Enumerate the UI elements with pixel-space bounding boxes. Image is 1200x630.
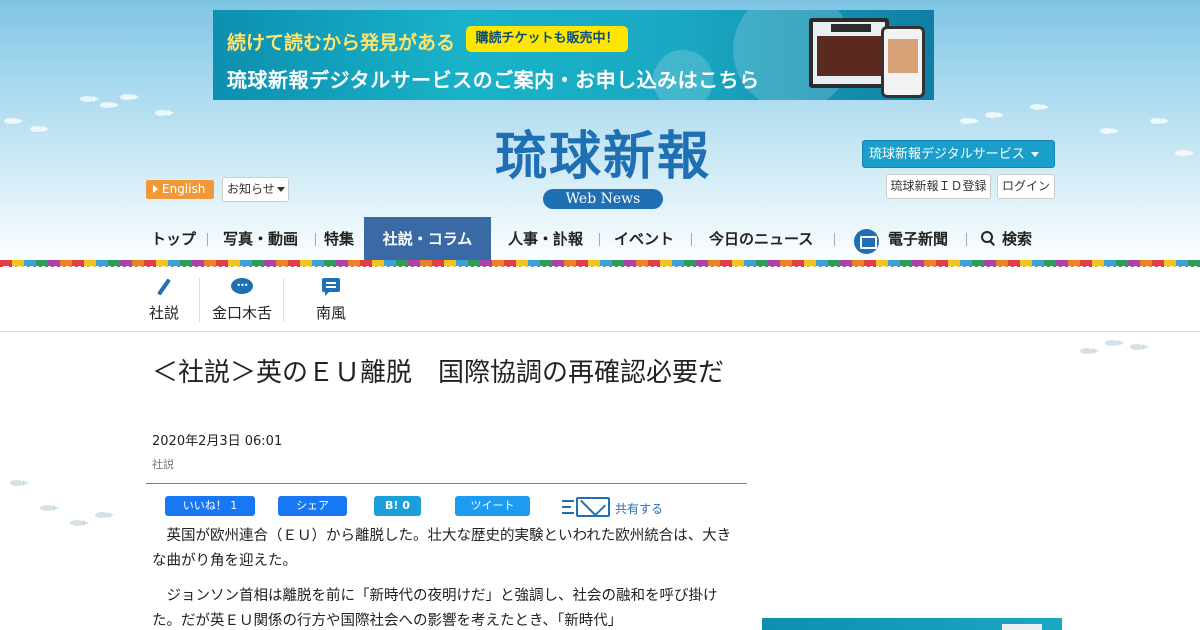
fish-decoration: [1150, 118, 1169, 124]
notice-dropdown[interactable]: お知らせ: [222, 177, 289, 202]
fish-decoration: [40, 505, 59, 511]
main-nav: トップ 写真・動画 特集 社説・コラム 人事・訃報 イベント 今日のニュース 電…: [0, 217, 1200, 261]
mail-share-icon[interactable]: [562, 496, 612, 518]
nav-separator: [207, 233, 208, 246]
fish-decoration: [4, 118, 23, 124]
login-button[interactable]: ログイン: [997, 174, 1055, 199]
share-label[interactable]: 共有する: [615, 500, 663, 517]
nav-item-event[interactable]: イベント: [614, 217, 674, 261]
facebook-like-button[interactable]: いいね！ 1: [165, 496, 255, 516]
phone-screen: [888, 39, 918, 73]
article-paragraph: 英国が欧州連合（ＥＵ）から離脱した。壮大な歴史的実験といわれた欧州統合は、大きな…: [152, 528, 732, 569]
decorative-pattern-strip: [0, 260, 1200, 269]
hatena-bookmark-button[interactable]: B! 0: [374, 496, 421, 516]
fish-decoration: [120, 94, 139, 100]
facebook-share-button[interactable]: シェア: [278, 496, 347, 516]
subnav-label: 南風: [315, 304, 346, 322]
english-button[interactable]: English: [146, 180, 214, 199]
nav-item-search[interactable]: 検索: [1002, 217, 1032, 261]
sub-nav: 社説 金口木舌 南風: [0, 268, 1200, 332]
chevron-down-icon: [276, 187, 285, 192]
sidebar-banner[interactable]: [762, 618, 1062, 630]
article-category[interactable]: 社説: [152, 456, 174, 472]
icon-wrapper: [142, 268, 186, 296]
nav-item-top[interactable]: トップ: [151, 217, 196, 261]
subnav-label: 社説: [148, 304, 179, 322]
nav-separator: [691, 233, 692, 246]
subnav-item-editorial[interactable]: 社説: [142, 268, 186, 332]
banner-subline: 琉球新報デジタルサービスのご案内・お申し込みはこちら: [227, 68, 760, 92]
envelope-icon: [576, 497, 610, 517]
laptop-header: [831, 24, 871, 32]
id-register-button[interactable]: 琉球新報ＩＤ登録: [886, 174, 991, 199]
nav-separator: [834, 233, 835, 246]
icon-wrapper: [311, 268, 351, 296]
nav-item-e-newspaper[interactable]: 電子新聞: [888, 217, 948, 261]
banner-ticket-badge: 購読チケットも販売中！: [466, 26, 628, 52]
tweet-button[interactable]: ツイート: [455, 496, 530, 516]
article-paragraph: ジョンソン首相は離脱を前に「新時代の夜明けだ」と強調し、社会の融和を呼び掛けた。…: [152, 588, 718, 629]
fish-decoration: [100, 102, 119, 108]
subnav-separator: [199, 278, 200, 322]
fish-decoration: [1130, 344, 1149, 350]
nav-separator: [315, 233, 316, 246]
fish-decoration: [80, 96, 99, 102]
laptop-screen: [817, 36, 881, 76]
speech-bubble-icon: [231, 278, 253, 294]
laptop-illustration: [809, 18, 889, 88]
site-logo[interactable]: 琉球新報 Web News: [453, 127, 753, 209]
e-newspaper-icon[interactable]: [854, 229, 879, 254]
article-date: 2020年2月3日 06:01: [152, 434, 283, 449]
digital-service-dropdown[interactable]: 琉球新報デジタルサービス: [862, 140, 1055, 168]
nav-item-photo-video[interactable]: 写真・動画: [223, 217, 298, 261]
english-label: English: [162, 182, 206, 196]
nav-item-special[interactable]: 特集: [324, 217, 354, 261]
nav-item-personnel-obituary[interactable]: 人事・訃報: [508, 217, 583, 261]
fish-decoration: [1175, 150, 1194, 156]
subnav-item-kinkuchi-bokuzetsu[interactable]: 金口木舌: [206, 268, 278, 332]
article-divider: [146, 483, 747, 484]
memo-icon: [322, 278, 340, 296]
icon-wrapper: [206, 268, 278, 296]
nav-separator: [599, 233, 600, 246]
notice-label: お知らせ: [227, 182, 275, 196]
search-icon[interactable]: [981, 231, 994, 244]
mail-speed-line: [562, 500, 574, 502]
logo-subtitle: Web News: [543, 189, 663, 209]
digital-service-label: 琉球新報デジタルサービス: [869, 147, 1025, 162]
fish-decoration: [985, 112, 1004, 118]
phone-illustration: [881, 26, 925, 98]
logo-title: 琉球新報: [494, 126, 711, 187]
fish-decoration: [1080, 348, 1099, 354]
fish-decoration: [70, 520, 89, 526]
mail-speed-line: [562, 512, 574, 514]
fish-decoration: [95, 512, 114, 518]
nav-item-editorial-column[interactable]: 社説・コラム: [364, 217, 491, 261]
digital-service-banner[interactable]: 続けて読むから発見がある 購読チケットも販売中！ 琉球新報デジタルサービスのご案…: [213, 10, 934, 100]
fish-decoration: [10, 480, 29, 486]
fish-decoration: [155, 110, 174, 116]
mail-speed-line: [562, 506, 571, 508]
fish-decoration: [960, 118, 979, 124]
chevron-down-icon: [1030, 152, 1039, 157]
pen-icon: [157, 278, 171, 296]
nav-separator: [966, 233, 967, 246]
fish-decoration: [1030, 104, 1049, 110]
subnav-label: 金口木舌: [211, 304, 272, 322]
fish-decoration: [1105, 340, 1124, 346]
fish-decoration: [1100, 128, 1119, 134]
subnav-item-haee[interactable]: 南風: [311, 268, 351, 332]
banner-headline: 続けて読むから発見がある: [227, 32, 456, 54]
fish-decoration: [30, 126, 49, 132]
nav-item-todays-news[interactable]: 今日のニュース: [709, 217, 813, 261]
subnav-separator: [283, 278, 284, 322]
article-title: ＜社説＞英のＥＵ離脱 国際協調の再確認必要だ: [152, 358, 725, 388]
